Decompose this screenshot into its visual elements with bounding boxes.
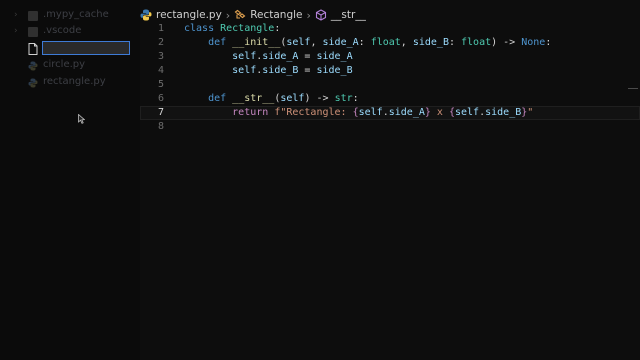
code-token: side_B [262, 65, 299, 76]
breadcrumb-file[interactable]: rectangle.py [140, 9, 222, 21]
code-token: float [461, 37, 492, 48]
scrollbar-marker[interactable] [628, 88, 638, 89]
breadcrumb-class-label: Rectangle [250, 9, 303, 21]
code-text: return f"Rectangle: {self.side_A} x {sel… [184, 106, 533, 120]
code-token: self [358, 107, 383, 118]
code-token: , [400, 37, 413, 48]
folder-icon [28, 11, 38, 21]
explorer-item-rectangle-py[interactable]: rectangle.py [0, 75, 140, 91]
line-number: 5 [157, 79, 164, 90]
code-token: float [370, 37, 401, 48]
chevron-right-icon[interactable]: › [14, 27, 23, 36]
new-file-name-input[interactable] [42, 41, 130, 55]
code-token: side_B [316, 65, 353, 76]
code-token: str [334, 93, 353, 104]
code-token: f"Rectangle: [274, 107, 353, 118]
code-token: ) -> [304, 93, 335, 104]
explorer-item-label: rectangle.py [43, 76, 106, 87]
explorer-item-label: .mypy_cache [43, 9, 109, 20]
code-token: def [184, 93, 233, 104]
explorer-item-mypy-cache[interactable]: › .mypy_cache [0, 8, 140, 24]
code-token: " [527, 107, 534, 118]
code-token: Rectangle [220, 23, 275, 34]
code-text: class Rectangle: [184, 22, 280, 36]
code-token: self [455, 107, 480, 118]
code-token: side_A [322, 37, 359, 48]
code-line[interactable]: 8 [140, 120, 640, 134]
code-token: def [184, 37, 233, 48]
breadcrumb-method[interactable]: __str__ [315, 9, 366, 21]
code-editor[interactable]: rectangle.py › Rectangle › __str__ 1 clas… [140, 0, 640, 360]
code-token: self [280, 93, 305, 104]
file-icon [28, 43, 38, 55]
code-text: self.side_B = side_B [184, 64, 353, 78]
code-line[interactable]: 4 self.side_B = side_B [140, 64, 640, 78]
line-number: 1 [157, 23, 164, 34]
code-token: side_B [485, 107, 522, 118]
line-number: 2 [157, 37, 164, 48]
code-line[interactable]: 6 def __str__(self) -> str: [140, 92, 640, 106]
folder-icon [28, 27, 38, 37]
code-line[interactable]: 2 def __init__(self, side_A: float, side… [140, 36, 640, 50]
code-token: None [521, 37, 546, 48]
code-line[interactable]: 3 self.side_A = side_A [140, 50, 640, 64]
code-text: def __str__(self) -> str: [184, 92, 359, 106]
class-symbol-icon [234, 9, 246, 21]
line-number: 8 [157, 121, 164, 132]
code-line[interactable]: 1 class Rectangle: [140, 22, 640, 36]
explorer-new-file-row[interactable] [0, 41, 140, 57]
code-token: side_B [412, 37, 449, 48]
code-token: : [448, 37, 462, 48]
breadcrumb-class[interactable]: Rectangle [234, 9, 303, 21]
code-token: class [184, 23, 221, 34]
explorer-item-label: circle.py [43, 59, 86, 70]
code-token: x [430, 107, 449, 118]
code-token: __str__ [232, 93, 275, 104]
code-token: return [184, 107, 275, 118]
line-number: 4 [157, 65, 164, 76]
breadcrumb-file-label: rectangle.py [156, 9, 222, 21]
code-token: self [184, 51, 257, 62]
line-number: 7 [157, 107, 164, 118]
line-number: 3 [157, 51, 164, 62]
code-token: = [298, 51, 317, 62]
code-token: self [286, 37, 311, 48]
explorer-item-vscode[interactable]: › .vscode [0, 24, 140, 40]
explorer-sidebar: › .mypy_cache › .vscode circle.py rectan… [0, 0, 140, 360]
code-line[interactable]: 7 return f"Rectangle: {self.side_A} x {s… [140, 106, 640, 120]
code-token: : [352, 93, 359, 104]
code-token: side_A [316, 51, 353, 62]
python-logo-icon [140, 9, 152, 21]
python-file-icon [28, 61, 38, 71]
code-token: : [358, 37, 371, 48]
code-token: side_A [262, 51, 299, 62]
code-text: def __init__(self, side_A: float, side_B… [184, 36, 551, 50]
code-token: = [298, 65, 317, 76]
code-token: , [310, 37, 323, 48]
code-token: self [184, 65, 257, 76]
line-number: 6 [157, 93, 164, 104]
code-token: __init__ [232, 37, 281, 48]
mouse-cursor-icon [78, 113, 86, 127]
code-token: side_A [388, 107, 425, 118]
method-cube-icon [315, 9, 327, 21]
code-token: ) -> [491, 37, 522, 48]
chevron-right-icon: › [306, 8, 311, 22]
code-line[interactable]: 5 [140, 78, 640, 92]
chevron-right-icon[interactable]: › [14, 11, 23, 20]
breadcrumb-method-label: __str__ [330, 9, 366, 21]
explorer-item-label: .vscode [43, 25, 82, 36]
explorer-item-circle-py[interactable]: circle.py [0, 58, 140, 74]
python-file-icon [28, 78, 38, 88]
chevron-right-icon: › [225, 8, 231, 22]
code-token: : [274, 23, 281, 34]
code-token: : [545, 37, 552, 48]
code-text: self.side_A = side_A [184, 50, 353, 64]
